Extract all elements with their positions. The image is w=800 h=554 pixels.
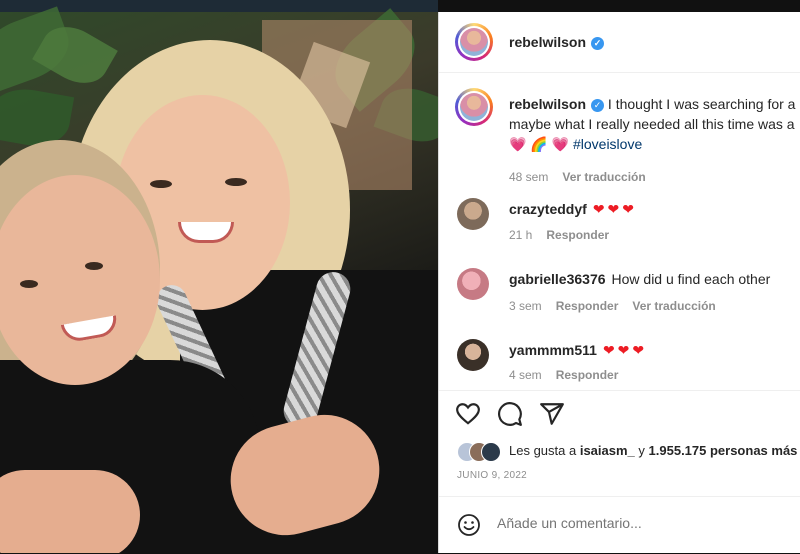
comment-body: ❤❤❤ (592, 201, 638, 217)
eye (85, 262, 103, 270)
eye (150, 180, 172, 188)
comment-username[interactable]: crazyteddyf (509, 201, 587, 217)
action-bar (439, 390, 800, 435)
comment-text: gabrielle36376 How did u find each other (509, 271, 770, 287)
reply-button[interactable]: Responder (546, 228, 609, 242)
caption-line2: maybe what I really needed all this time… (509, 116, 795, 132)
liker-avatar (481, 442, 501, 462)
verified-badge-icon: ✓ (591, 36, 605, 50)
reply-button[interactable]: Responder (556, 299, 619, 313)
hashtag-link[interactable]: #loveislove (573, 136, 642, 152)
commenter-avatar[interactable] (457, 268, 489, 300)
verified-badge-icon: ✓ (591, 98, 605, 112)
post-photo[interactable] (0, 0, 438, 553)
comment-text: yammmm511 ❤❤❤ (509, 342, 647, 359)
comment-meta: 21 h Responder (509, 228, 609, 242)
caption-emoji: 💗 🌈 💗 (509, 136, 570, 152)
heart-outline-icon[interactable] (455, 401, 481, 427)
comment-body: How did u find each other (611, 271, 771, 287)
comment-text: crazyteddyf ❤❤❤ (509, 201, 637, 218)
comment-age: 3 sem (509, 299, 542, 313)
smiley-icon[interactable] (457, 513, 481, 537)
comment-username[interactable]: gabrielle36376 (509, 271, 606, 287)
likes-count[interactable]: 1.955.175 personas más (649, 443, 798, 458)
caption-meta: 48 sem Ver traducción (509, 170, 646, 184)
caption-line1: I thought I was searching for a (607, 96, 796, 112)
reply-button[interactable]: Responder (556, 368, 619, 382)
commenter-avatar[interactable] (457, 198, 489, 230)
comment-body: ❤❤❤ (602, 342, 648, 358)
speech-bubble-icon[interactable] (497, 401, 523, 427)
eye (20, 280, 38, 288)
caption-text: rebelwilson ✓ I thought I was searching f… (509, 94, 800, 154)
paper-plane-icon[interactable] (539, 401, 565, 427)
post-panel: rebelwilson ✓ rebelwilson ✓ I thought I wa… (438, 12, 800, 553)
eye (225, 178, 247, 186)
caption-age: 48 sem (509, 170, 549, 184)
add-comment-bar (439, 496, 800, 554)
likes-connector: y (638, 443, 645, 458)
caption-username[interactable]: rebelwilson (509, 96, 586, 112)
browser-top-strip (0, 0, 438, 12)
liker-username[interactable]: isaiasm_ (580, 443, 635, 458)
translate-link[interactable]: Ver traducción (562, 170, 645, 184)
likes-prefix: Les gusta a (509, 443, 577, 458)
comment-meta: 4 sem Responder (509, 368, 618, 382)
post-date[interactable]: JUNIO 9, 2022 (457, 470, 527, 481)
comment-age: 4 sem (509, 368, 542, 382)
commenter-avatar[interactable] (457, 339, 489, 371)
comment-username[interactable]: yammmm511 (509, 342, 597, 358)
comment-age: 21 h (509, 228, 533, 242)
author-avatar[interactable] (455, 23, 493, 61)
caption-avatar[interactable] (455, 88, 493, 126)
translate-link[interactable]: Ver traducción (632, 299, 715, 313)
comment-input[interactable] (497, 515, 777, 531)
post-header: rebelwilson ✓ (439, 12, 800, 73)
comment-meta: 3 sem Responder Ver traducción (509, 299, 716, 313)
shoulder (0, 470, 140, 553)
author-username[interactable]: rebelwilson ✓ (509, 34, 605, 50)
